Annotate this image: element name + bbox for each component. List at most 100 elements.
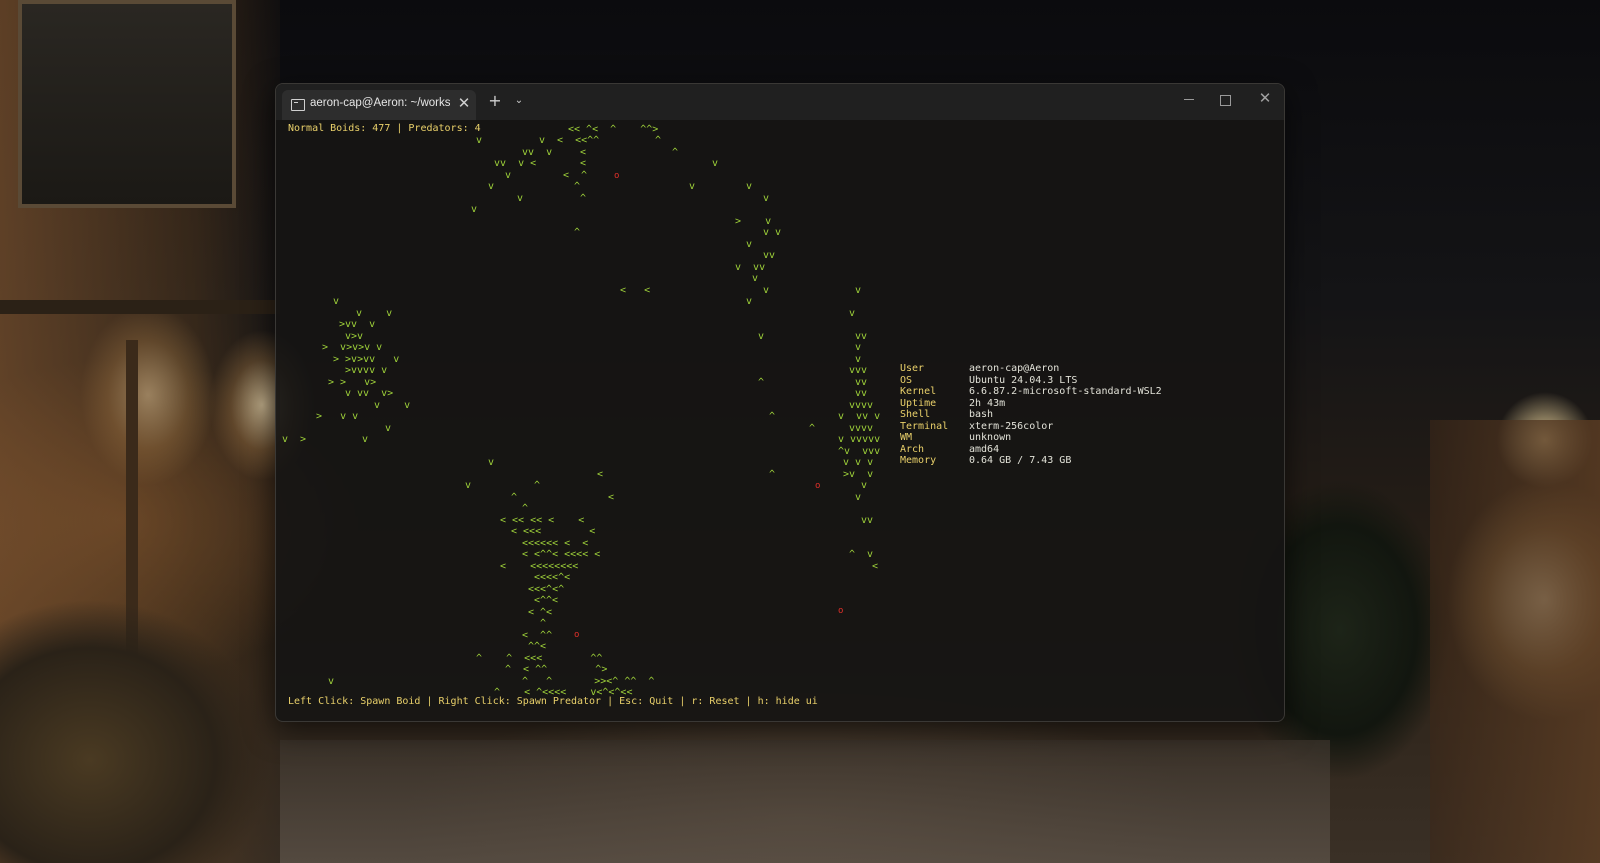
- sysinfo-key: WM: [900, 432, 913, 443]
- boid-glyph: v: [333, 296, 340, 307]
- boid-glyph: ^ ^ <<< ^^: [476, 653, 603, 664]
- boid-glyph: ^: [534, 480, 541, 491]
- boid-glyph: <^^<: [534, 595, 559, 606]
- boid-glyph: vv: [855, 377, 868, 388]
- boid-glyph: vvvv: [849, 423, 874, 434]
- boid-glyph: vv v <: [494, 158, 537, 169]
- background-bush: [0, 560, 280, 863]
- terminal-tab[interactable]: aeron-cap@Aeron: ~/workspace ✕: [282, 90, 476, 120]
- controls-help: Left Click: Spawn Boid | Right Click: Sp…: [288, 696, 818, 707]
- background-window: [18, 0, 236, 208]
- sysinfo-key: Arch: [900, 443, 925, 455]
- boid-glyph: v: [362, 434, 369, 445]
- boid-glyph: ^: [655, 135, 662, 146]
- background-road: [280, 740, 1330, 863]
- boids-field[interactable]: << ^< ^ ^^> v v < <<^^ ^ vv v < ^ vv v < < v v < ^ v…: [276, 120, 1284, 721]
- predator-icon: o: [815, 481, 821, 491]
- sysinfo-key: Memory: [900, 455, 937, 466]
- boid-glyph: v vv v: [838, 411, 881, 422]
- boid-glyph: <: [872, 561, 879, 572]
- boid-glyph: < <: [620, 285, 651, 296]
- terminal-window: aeron-cap@Aeron: ~/workspace ✕ + ⌄ ✕ << …: [275, 83, 1285, 722]
- boid-glyph: ^: [769, 469, 776, 480]
- boid-count-status: Normal Boids: 477 | Predators: 4: [288, 123, 481, 134]
- sysinfo-value: amd64: [969, 443, 1000, 455]
- sysinfo-key: Kernel: [900, 386, 937, 397]
- sysinfo-key: Shell: [900, 409, 931, 420]
- chevron-down-icon[interactable]: ⌄: [512, 94, 526, 108]
- boid-glyph: v: [488, 181, 495, 192]
- boid-glyph: < <<< <: [511, 526, 596, 537]
- boid-glyph: ^^<: [528, 641, 547, 652]
- boid-glyph: > >v>vv v: [333, 354, 400, 365]
- terminal-content[interactable]: << ^< ^ ^^> v v < <<^^ ^ vv v < ^ vv v < < v v < ^ v…: [276, 120, 1284, 721]
- boid-glyph: << ^< ^ ^^>: [568, 124, 659, 135]
- boid-glyph: v>v: [345, 331, 364, 342]
- predator-icon: o: [614, 171, 620, 181]
- boid-glyph: v v: [356, 308, 393, 319]
- boid-glyph: < << << < <: [500, 515, 585, 526]
- boid-glyph: ^ ^ >><^ ^^ ^: [522, 676, 655, 687]
- boid-glyph: <<<<^<: [534, 572, 571, 583]
- boid-glyph: ^v vvv: [838, 446, 881, 457]
- tab-title: aeron-cap@Aeron: ~/workspace: [310, 97, 450, 109]
- boid-glyph: vv: [855, 331, 868, 342]
- boid-glyph: v: [476, 135, 483, 146]
- boid-glyph: v: [752, 273, 759, 284]
- boid-glyph: < ^^: [522, 630, 553, 641]
- sysinfo-key: Uptime: [900, 397, 937, 409]
- boid-glyph: > v: [735, 216, 772, 227]
- boid-glyph: v: [488, 457, 495, 468]
- boid-glyph: vv: [861, 515, 874, 526]
- sysinfo-value: Ubuntu 24.04.3 LTS: [969, 374, 1078, 386]
- close-window-button[interactable]: ✕: [1258, 90, 1272, 106]
- background-house: [1430, 420, 1600, 863]
- boid-glyph: ^: [574, 227, 581, 238]
- new-tab-button[interactable]: +: [487, 93, 503, 109]
- boid-glyph: <<<^<^: [528, 584, 565, 595]
- boid-glyph: v: [758, 331, 765, 342]
- boid-glyph: v: [763, 193, 770, 204]
- boid-glyph: v: [471, 204, 478, 215]
- boid-glyph: ^: [809, 423, 816, 434]
- boid-glyph: v: [763, 285, 770, 296]
- title-bar[interactable]: aeron-cap@Aeron: ~/workspace ✕ + ⌄ ✕: [276, 84, 1284, 120]
- boid-glyph: v v v: [843, 457, 874, 468]
- boid-glyph: vvv: [849, 365, 868, 376]
- boid-glyph: > > v>: [328, 377, 377, 388]
- boid-glyph: >vv v: [339, 319, 376, 330]
- tab-close-icon[interactable]: ✕: [456, 95, 472, 111]
- boid-glyph: vv: [763, 250, 776, 261]
- boid-glyph: ^: [672, 147, 679, 158]
- boid-glyph: < ^: [563, 170, 588, 181]
- boid-glyph: v: [855, 492, 862, 503]
- boid-glyph: ^: [522, 503, 529, 514]
- boid-glyph: <: [608, 492, 615, 503]
- boid-glyph: v: [689, 181, 696, 192]
- sysinfo-key: User: [900, 363, 925, 374]
- boid-glyph: v vv: [735, 262, 766, 273]
- boid-glyph: v: [746, 181, 753, 192]
- boid-glyph: v v: [374, 400, 411, 411]
- boid-glyph: v: [849, 308, 856, 319]
- boid-glyph: ^: [574, 181, 581, 192]
- boid-glyph: v: [328, 676, 335, 687]
- background-beam: [0, 300, 280, 314]
- boid-glyph: <: [597, 469, 604, 480]
- predator-icon: o: [574, 630, 580, 640]
- sysinfo-key: OS: [900, 374, 913, 386]
- boid-glyph: v: [861, 480, 868, 491]
- sysinfo-value: 2h 43m: [969, 397, 1006, 409]
- boid-glyph: v < <<^^: [539, 135, 600, 146]
- minimize-button[interactable]: [1182, 92, 1196, 106]
- boid-glyph: v: [465, 480, 472, 491]
- maximize-button[interactable]: [1220, 95, 1231, 106]
- boid-glyph: ^: [769, 411, 776, 422]
- boid-glyph: vv: [855, 388, 868, 399]
- sysinfo-key: Terminal: [900, 420, 949, 432]
- sysinfo-value: unknown: [969, 432, 1012, 443]
- boid-glyph: v vvvvv: [838, 434, 881, 445]
- boid-glyph: vv v: [522, 147, 553, 158]
- boid-glyph: ^ v: [849, 549, 874, 560]
- boid-glyph: < ^<: [528, 607, 553, 618]
